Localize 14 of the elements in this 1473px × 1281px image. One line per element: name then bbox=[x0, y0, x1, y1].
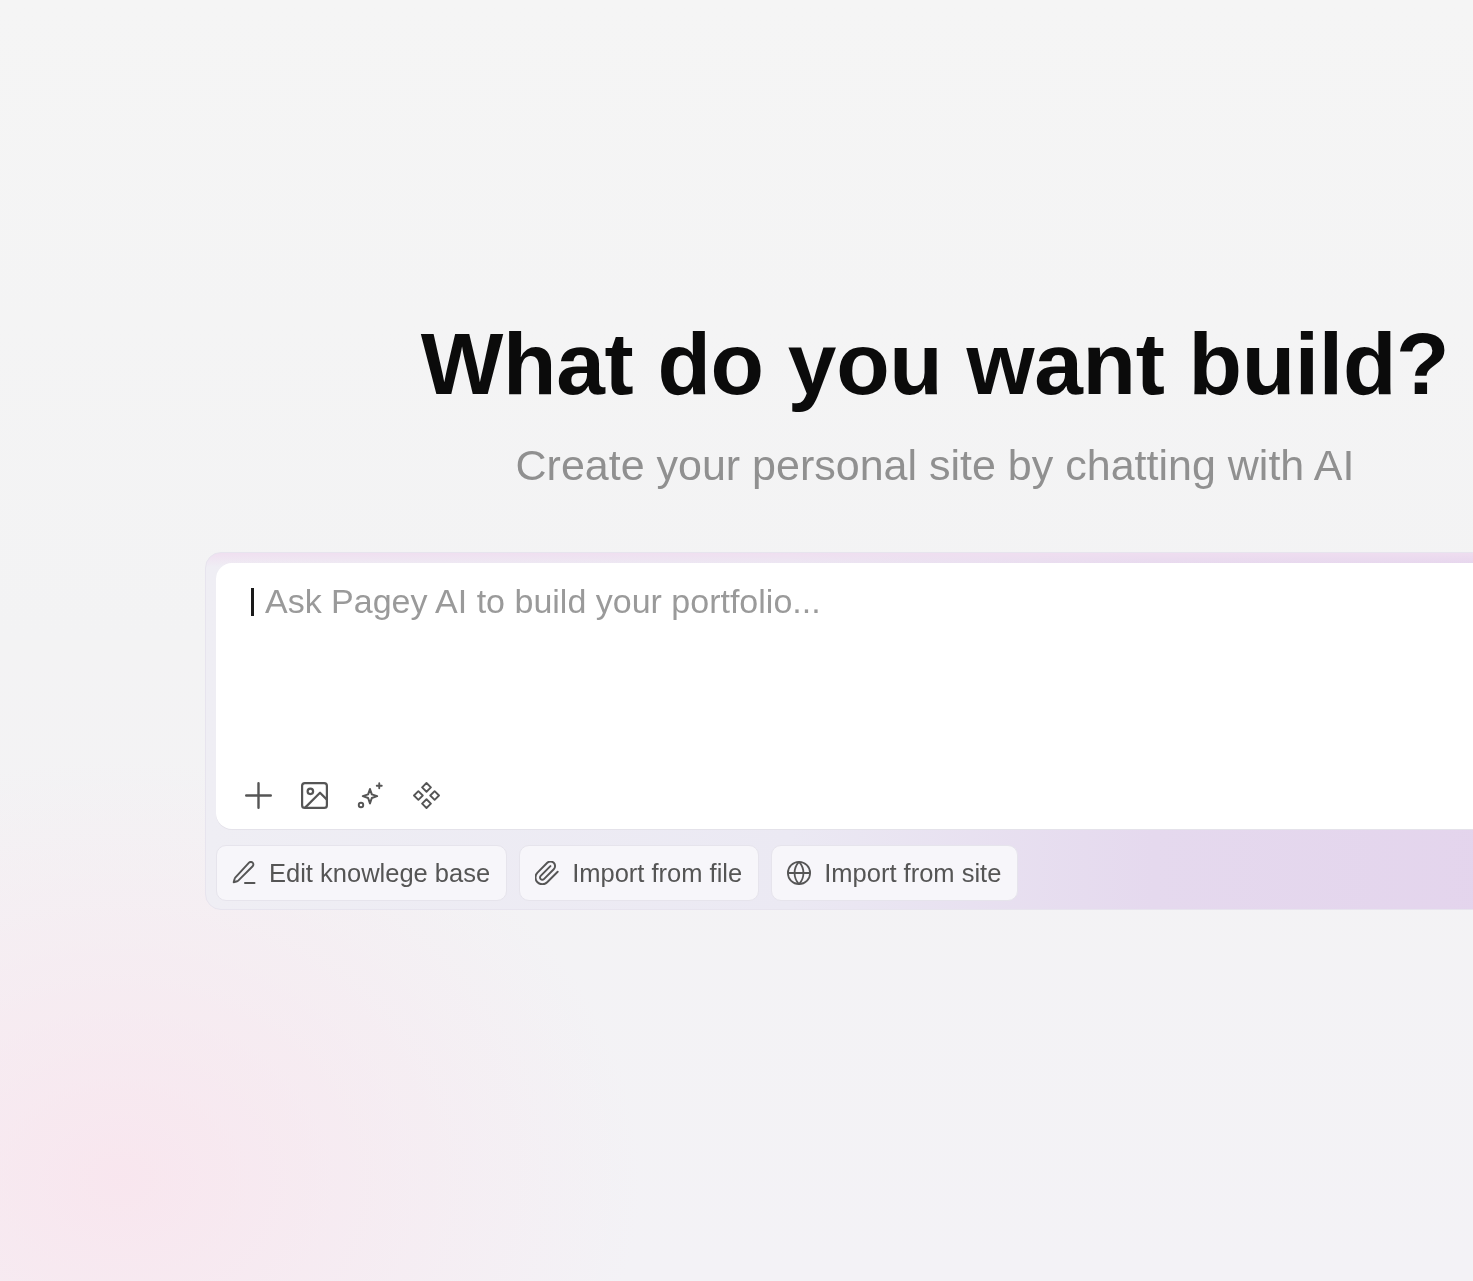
globe-icon bbox=[787, 861, 812, 885]
import-file-button[interactable]: Import from file bbox=[519, 845, 760, 901]
sparkle-icon[interactable] bbox=[357, 782, 384, 809]
diamonds-icon[interactable] bbox=[413, 782, 440, 809]
edit-knowledge-button[interactable]: Edit knowlege base bbox=[216, 845, 508, 901]
paperclip-icon bbox=[535, 861, 560, 885]
prompt-box[interactable]: Ask Pagey AI to build your portfolio... bbox=[216, 563, 1473, 829]
prompt-field[interactable]: Ask Pagey AI to build your portfolio... bbox=[216, 563, 1473, 782]
plus-icon[interactable] bbox=[245, 782, 272, 809]
import-site-button[interactable]: Import from site bbox=[771, 845, 1019, 901]
pencil-icon bbox=[232, 861, 256, 885]
page-subtitle: Create your personal site by chatting with AI bbox=[515, 440, 1355, 490]
page-title: What do you want build? bbox=[420, 314, 1450, 415]
image-icon[interactable] bbox=[301, 782, 328, 809]
